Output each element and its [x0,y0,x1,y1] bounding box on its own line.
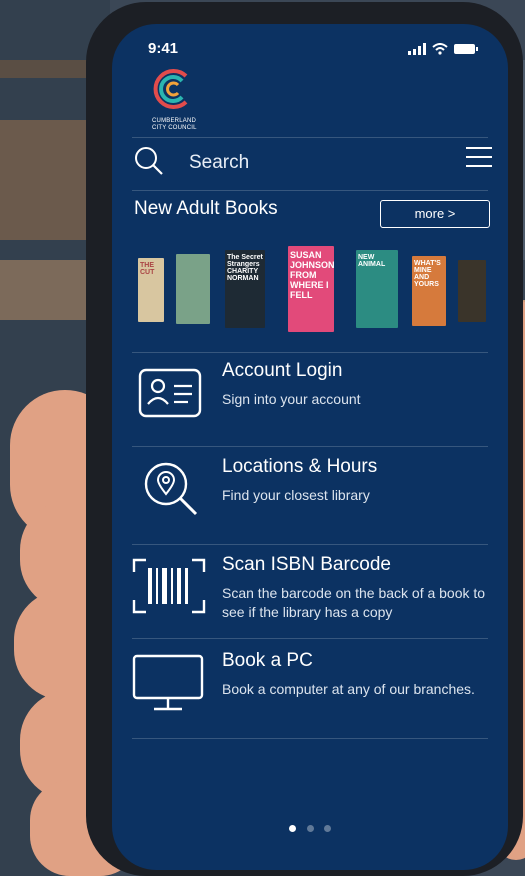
logo-mark-icon [153,69,188,109]
divider [132,446,488,447]
id-card-icon [138,368,202,418]
book-cover[interactable]: SUSAN JOHNSON FROM WHERE I FELL [288,246,335,332]
menu-item-locations-hours[interactable]: Locations & Hours Find your closest libr… [132,456,498,546]
menu-item-title: Account Login [222,360,343,381]
page-dot[interactable] [306,825,314,832]
menu-item-description: Sign into your account [222,391,361,407]
signal-icon [408,43,426,55]
wifi-icon [432,43,448,55]
menu-item-title: Locations & Hours [222,456,378,477]
search-icon[interactable] [134,146,164,176]
hamburger-menu-icon[interactable] [466,146,492,168]
divider [132,638,488,639]
menu-item-title: Scan ISBN Barcode [222,554,391,575]
book-cover[interactable]: THE CUT [138,258,164,322]
search-bar[interactable]: Search [134,144,492,184]
menu-item-account-login[interactable]: Account Login Sign into your account [132,360,498,450]
app-screen: 9:41 CUMBERLAND CITY COUNCIL Search New … [112,24,508,870]
divider [132,738,488,739]
battery-icon [454,44,478,54]
council-logo: CUMBERLAND CITY COUNCIL [150,66,210,136]
book-cover[interactable]: The Secret Strangers CHARITY NORMAN [225,250,265,328]
search-input[interactable]: Search [189,152,249,174]
status-time: 9:41 [148,40,179,57]
section-title: New Adult Books [134,198,278,219]
menu-item-description: Scan the barcode on the back of a book t… [222,585,486,620]
book-cover[interactable]: WHAT'S MINE AND YOURS [412,256,446,326]
menu-item-description: Book a computer at any of our branches. [222,681,475,697]
book-cover[interactable] [458,260,486,322]
book-cover[interactable] [176,254,210,324]
location-search-icon [144,462,198,516]
more-button[interactable]: more > [380,200,490,228]
page-indicator[interactable] [112,819,508,837]
book-carousel[interactable]: THE CUT The Secret Strangers CHARITY NOR… [136,246,496,332]
page-dot-active[interactable] [289,825,297,832]
divider [132,137,488,138]
divider [132,544,488,545]
status-bar: 9:41 [148,40,478,60]
page-dot[interactable] [323,825,331,832]
book-cover[interactable]: NEW ANIMAL [356,250,398,328]
menu-item-scan-isbn[interactable]: Scan ISBN Barcode Scan the barcode on th… [132,554,498,644]
divider [132,352,488,353]
barcode-scan-icon [132,558,206,614]
logo-text: CUMBERLAND CITY COUNCIL [152,118,197,131]
menu-item-title: Book a PC [222,650,313,671]
menu-item-book-pc[interactable]: Book a PC Book a computer at any of our … [132,650,498,740]
divider [132,190,488,191]
menu-item-description: Find your closest library [222,487,370,503]
monitor-icon [132,654,204,711]
